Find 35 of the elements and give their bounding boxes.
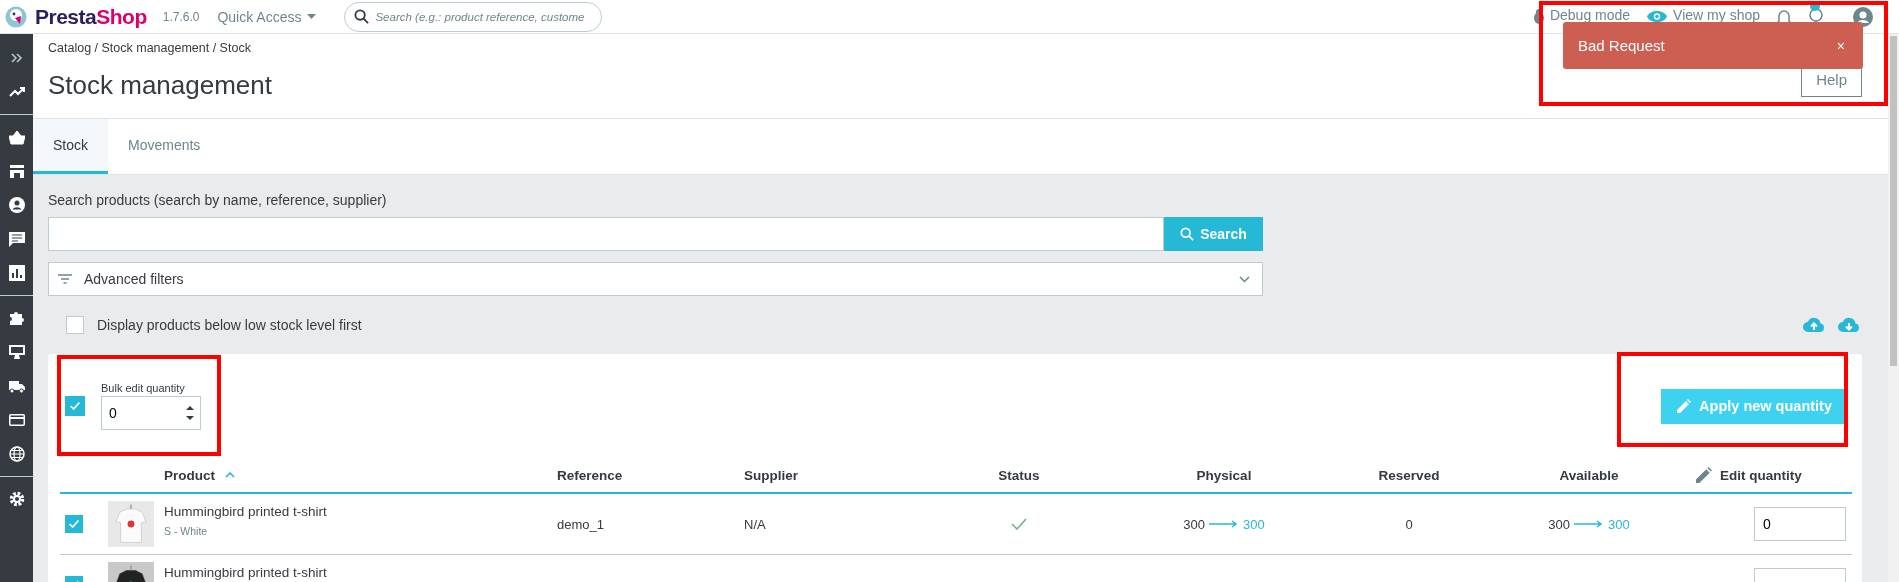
tab[interactable]: Stock	[33, 119, 108, 174]
column-header: Available	[1559, 467, 1619, 483]
column-header: Physical	[1196, 467, 1252, 483]
table-cell: 300	[1548, 516, 1570, 532]
column-header: Status	[998, 467, 1040, 483]
column-header: Edit quantity	[1720, 467, 1802, 483]
table-cell: 0	[1405, 516, 1413, 532]
column-header: Supplier	[744, 467, 798, 483]
search-field[interactable]: Search (e.g.: product reference, custome	[344, 1, 603, 32]
table-cell: 300	[1183, 516, 1205, 532]
table-cell: 300	[1243, 516, 1265, 532]
checkbox-label: Display products below low stock level first	[97, 317, 362, 333]
view-shop-link[interactable]: View my shop	[1673, 7, 1760, 22]
product-name[interactable]: Hummingbird printed t-shirt	[164, 565, 557, 580]
product-variant: S - White	[164, 525, 209, 537]
quick-access-menu[interactable]: Quick Access	[217, 8, 317, 25]
table-cell: 300	[1608, 516, 1630, 532]
search-label: Search products (search by name, reference, supplier)	[48, 192, 388, 208]
product-name[interactable]: Hummingbird printed t-shirt	[164, 504, 557, 519]
column-header: Reserved	[1378, 467, 1440, 483]
breadcrumb: Catalog / Stock management / Stock	[48, 41, 251, 55]
close-button[interactable]: ×	[1836, 37, 1845, 54]
column-header[interactable]: Product	[164, 467, 215, 483]
advanced-filters-dropdown[interactable]: Advanced filters	[48, 262, 1263, 296]
notification-text: Bad Request	[1578, 37, 1665, 54]
quantity-field[interactable]: 0	[101, 396, 201, 430]
debug-mode-link[interactable]: Debug mode	[1549, 7, 1631, 22]
page-title: Stock management	[48, 70, 272, 101]
table-cell: N/A	[744, 516, 766, 532]
column-header: Reference	[557, 467, 623, 483]
field-label: Bulk edit quantity	[101, 382, 186, 394]
logo-text[interactable]: PrestaShop	[35, 4, 147, 29]
table-cell: demo_1	[557, 516, 604, 532]
version-label: 1.7.6.0	[162, 9, 200, 24]
quantity-field[interactable]: 0	[1754, 507, 1846, 541]
